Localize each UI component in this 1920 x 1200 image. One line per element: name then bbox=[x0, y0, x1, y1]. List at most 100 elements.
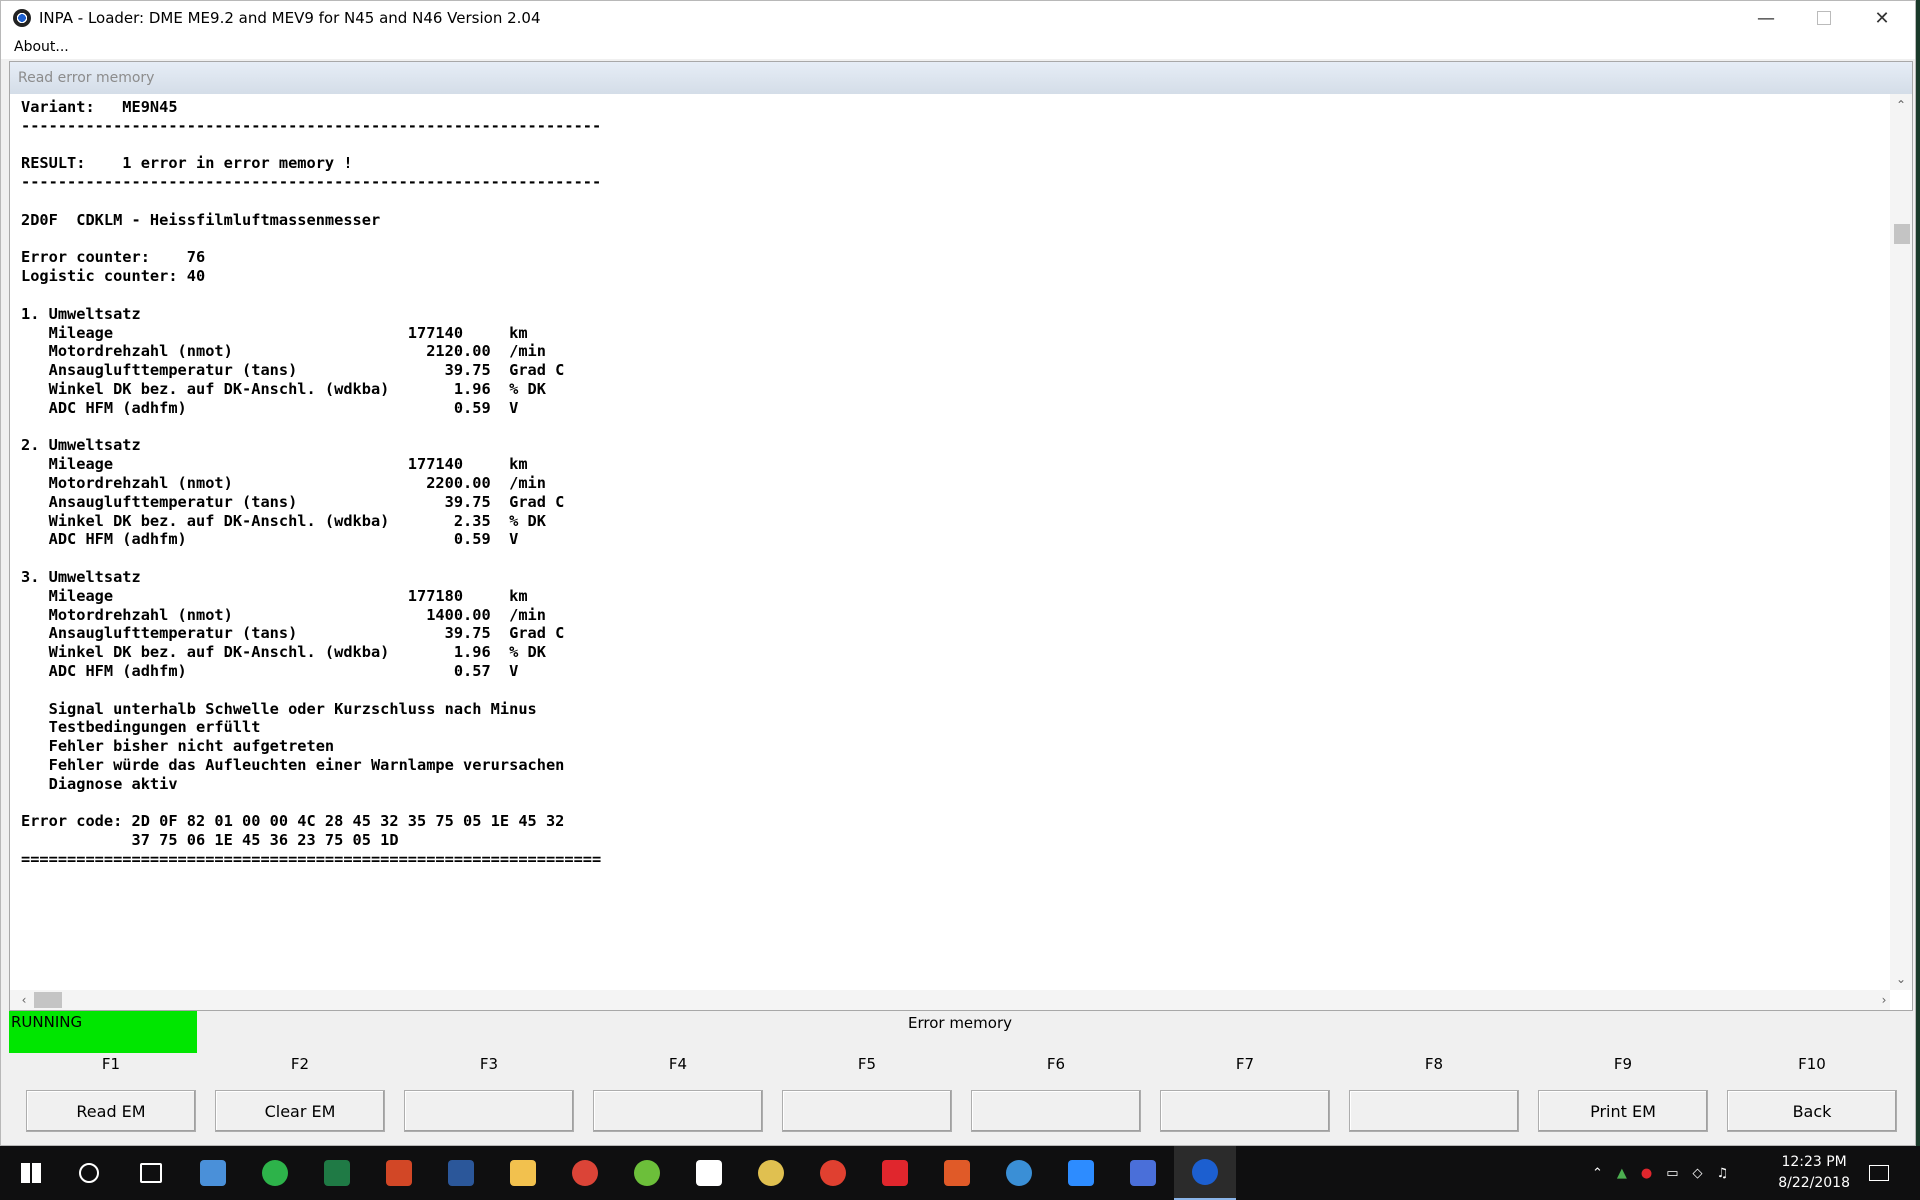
status-bar: RUNNING Error memory bbox=[9, 1011, 1911, 1053]
fkey-button-f4[interactable] bbox=[593, 1090, 763, 1132]
taskbar-start-button[interactable] bbox=[0, 1146, 62, 1200]
taskbar-bmw-inpa-button[interactable] bbox=[1174, 1146, 1236, 1200]
excel-icon bbox=[324, 1160, 350, 1186]
start-icon bbox=[21, 1163, 41, 1183]
horizontal-scroll-thumb[interactable] bbox=[34, 992, 62, 1008]
chrome-icon bbox=[572, 1160, 598, 1186]
taskbar-network-app-button[interactable] bbox=[1112, 1146, 1174, 1200]
panel-header: Read error memory bbox=[10, 62, 1912, 94]
word-icon bbox=[448, 1160, 474, 1186]
fkey-button-f10[interactable]: Back bbox=[1727, 1090, 1897, 1132]
bmw-inpa-icon bbox=[1192, 1159, 1218, 1185]
clock-date: 8/22/2018 bbox=[1778, 1175, 1850, 1191]
computer-icon bbox=[200, 1160, 226, 1186]
horizontal-scrollbar[interactable]: ‹ › bbox=[10, 990, 1890, 1010]
zoom-icon bbox=[1068, 1160, 1094, 1186]
task-view-icon bbox=[140, 1163, 162, 1183]
show-hidden-icons-icon[interactable]: ⌃ bbox=[1592, 1166, 1603, 1181]
close-button[interactable]: ✕ bbox=[1853, 1, 1911, 35]
taskbar-cortana-search-button[interactable] bbox=[58, 1146, 120, 1200]
volume-icon[interactable]: ♫ bbox=[1717, 1166, 1729, 1181]
taskbar-computer-button[interactable] bbox=[182, 1146, 244, 1200]
utorrent-icon bbox=[634, 1160, 660, 1186]
taskbar-red-circle-app-button[interactable] bbox=[802, 1146, 864, 1200]
acrobat-icon bbox=[882, 1160, 908, 1186]
fkey-button-f9[interactable]: Print EM bbox=[1538, 1090, 1708, 1132]
taskbar-fox-app-button[interactable] bbox=[678, 1146, 740, 1200]
fkey-label-f5: F5 bbox=[857, 1055, 877, 1073]
taskbar-utorrent-button[interactable] bbox=[616, 1146, 678, 1200]
taskbar-powerpoint-button[interactable] bbox=[368, 1146, 430, 1200]
vertical-scroll-thumb[interactable] bbox=[1894, 224, 1910, 244]
green-app-icon bbox=[262, 1160, 288, 1186]
wifi-icon[interactable]: ◇ bbox=[1693, 1166, 1703, 1181]
fkey-label-f9: F9 bbox=[1613, 1055, 1633, 1073]
taskbar-chrome-button[interactable] bbox=[554, 1146, 616, 1200]
menu-about[interactable]: About... bbox=[1, 39, 69, 55]
minimize-icon: — bbox=[1757, 7, 1775, 29]
taskbar-excel-button[interactable] bbox=[306, 1146, 368, 1200]
fkey-label-f10: F10 bbox=[1798, 1055, 1826, 1073]
notifications-button[interactable] bbox=[1848, 1146, 1910, 1200]
bmw-app-icon bbox=[13, 9, 31, 27]
taskbar-ccleaner-button[interactable] bbox=[926, 1146, 988, 1200]
taskbar-blue-circle-app-button[interactable] bbox=[988, 1146, 1050, 1200]
taskbar-clock[interactable]: 12:23 PM 8/22/2018 bbox=[1778, 1152, 1850, 1194]
blue-circle-app-icon bbox=[1006, 1160, 1032, 1186]
vertical-scrollbar[interactable]: ⌃ ⌄ bbox=[1890, 94, 1912, 990]
fkey-label-f8: F8 bbox=[1424, 1055, 1444, 1073]
maximize-icon bbox=[1817, 11, 1831, 25]
scroll-right-icon[interactable]: › bbox=[1874, 990, 1894, 1010]
fox-app-icon bbox=[696, 1160, 722, 1186]
screen-title: Error memory bbox=[907, 1014, 1012, 1032]
taskbar-file-explorer-button[interactable] bbox=[492, 1146, 554, 1200]
fkey-label-f1: F1 bbox=[101, 1055, 121, 1073]
ccleaner-icon bbox=[944, 1160, 970, 1186]
title-bar[interactable]: INPA - Loader: DME ME9.2 and MEV9 for N4… bbox=[1, 1, 1915, 35]
log-area[interactable]: Variant: ME9N45 ------------------------… bbox=[10, 94, 1890, 990]
fkey-label-f4: F4 bbox=[668, 1055, 688, 1073]
fkey-button-f6[interactable] bbox=[971, 1090, 1141, 1132]
system-tray: ⌃ ▲ ● ▭ ◇ ♫ bbox=[1592, 1146, 1728, 1200]
menu-bar: About... bbox=[1, 35, 1915, 59]
tray-acrobat-icon[interactable]: ● bbox=[1641, 1166, 1652, 1181]
taskbar: ⌃ ▲ ● ▭ ◇ ♫ 12:23 PM 8/22/2018 bbox=[0, 1146, 1920, 1200]
close-icon: ✕ bbox=[1874, 7, 1890, 29]
fkey-button-f7[interactable] bbox=[1160, 1090, 1330, 1132]
tray-app-green-icon[interactable]: ▲ bbox=[1617, 1166, 1627, 1181]
scroll-up-icon[interactable]: ⌃ bbox=[1890, 96, 1912, 114]
inpa-window: INPA - Loader: DME ME9.2 and MEV9 for N4… bbox=[0, 0, 1916, 1146]
error-memory-panel: Read error memory Variant: ME9N45 ------… bbox=[9, 61, 1913, 1011]
taskbar-word-button[interactable] bbox=[430, 1146, 492, 1200]
error-log-text: Variant: ME9N45 ------------------------… bbox=[21, 98, 602, 868]
file-explorer-icon bbox=[510, 1160, 536, 1186]
powerpoint-icon bbox=[386, 1160, 412, 1186]
red-circle-app-icon bbox=[820, 1160, 846, 1186]
scroll-left-icon[interactable]: ‹ bbox=[14, 990, 34, 1010]
fkey-button-f3[interactable] bbox=[404, 1090, 574, 1132]
function-key-bar: F1 Read EM F2 Clear EM F3 F4 F5 F6 F7 F8 F9 Print E… bbox=[9, 1051, 1911, 1141]
taskbar-acrobat-button[interactable] bbox=[864, 1146, 926, 1200]
fkey-button-f5[interactable] bbox=[782, 1090, 952, 1132]
maximize-button[interactable] bbox=[1795, 1, 1853, 35]
scroll-down-icon[interactable]: ⌄ bbox=[1890, 970, 1912, 988]
taskbar-disc-app-button[interactable] bbox=[740, 1146, 802, 1200]
fkey-button-f1[interactable]: Read EM bbox=[26, 1090, 196, 1132]
clock-time: 12:23 PM bbox=[1781, 1154, 1847, 1170]
fkey-button-f8[interactable] bbox=[1349, 1090, 1519, 1132]
fkey-label-f3: F3 bbox=[479, 1055, 499, 1073]
network-app-icon bbox=[1130, 1160, 1156, 1186]
fkey-button-f2[interactable]: Clear EM bbox=[215, 1090, 385, 1132]
window-title: INPA - Loader: DME ME9.2 and MEV9 for N4… bbox=[39, 9, 541, 27]
minimize-button[interactable]: — bbox=[1737, 1, 1795, 35]
fkey-label-f6: F6 bbox=[1046, 1055, 1066, 1073]
cortana-search-icon bbox=[79, 1163, 99, 1183]
fkey-label-f2: F2 bbox=[290, 1055, 310, 1073]
fkey-label-f7: F7 bbox=[1235, 1055, 1255, 1073]
taskbar-zoom-button[interactable] bbox=[1050, 1146, 1112, 1200]
notifications-icon bbox=[1869, 1165, 1889, 1181]
disc-app-icon bbox=[758, 1160, 784, 1186]
taskbar-green-app-button[interactable] bbox=[244, 1146, 306, 1200]
battery-icon[interactable]: ▭ bbox=[1666, 1166, 1678, 1181]
taskbar-task-view-button[interactable] bbox=[120, 1146, 182, 1200]
